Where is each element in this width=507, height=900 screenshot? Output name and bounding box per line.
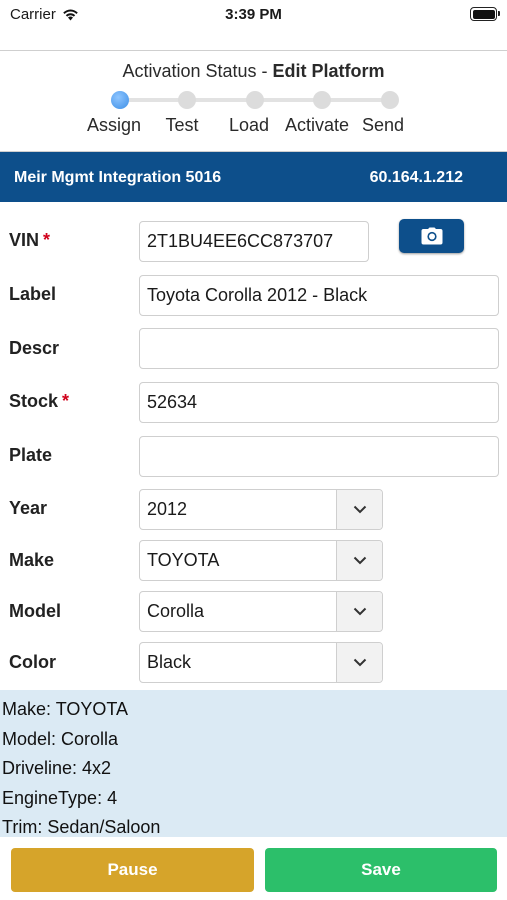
- make-select[interactable]: TOYOTA: [139, 540, 383, 581]
- model-dropdown-toggle[interactable]: [336, 592, 382, 631]
- step-dot-test[interactable]: [178, 91, 196, 109]
- vin-label-text: VIN: [9, 230, 40, 250]
- vin-input[interactable]: 2T1BU4EE6CC873707: [139, 221, 369, 262]
- info-engine-type: EngineType: 4: [2, 787, 118, 808]
- color-select[interactable]: Black: [139, 642, 383, 683]
- plate-input[interactable]: [139, 436, 499, 477]
- step-label-assign: Assign: [86, 115, 142, 135]
- pause-button[interactable]: Pause: [11, 848, 254, 892]
- activation-title-prefix: Activation Status -: [122, 61, 273, 81]
- make-label: Make: [9, 550, 55, 570]
- vin-label: VIN *: [9, 230, 50, 251]
- year-label: Year: [9, 498, 48, 518]
- integration-name: Meir Mgmt Integration 5016: [14, 169, 222, 186]
- stock-required-mark: *: [62, 391, 70, 411]
- color-value: Black: [147, 652, 192, 672]
- label-field-label: Label: [9, 284, 57, 304]
- make-value: TOYOTA: [147, 550, 220, 570]
- stock-label: Stock *: [9, 391, 69, 412]
- info-model: Model: Corolla: [2, 728, 119, 749]
- year-value: 2012: [147, 499, 188, 519]
- step-dot-assign[interactable]: [111, 91, 129, 109]
- scan-vin-button[interactable]: [399, 219, 464, 253]
- stock-input[interactable]: 52634: [139, 382, 499, 423]
- status-bar: Carrier 3:39 PM: [0, 0, 507, 30]
- stock-label-text: Stock: [9, 391, 59, 411]
- color-dropdown-toggle[interactable]: [336, 643, 382, 682]
- year-dropdown-toggle[interactable]: [336, 490, 382, 529]
- step-label-load: Load: [228, 115, 270, 135]
- make-dropdown-toggle[interactable]: [336, 541, 382, 580]
- clock: 3:39 PM: [225, 6, 282, 23]
- color-label: Color: [9, 652, 56, 672]
- info-driveline: Driveline: 4x2: [2, 758, 112, 778]
- step-label-send: Send: [361, 115, 405, 135]
- vin-required-mark: *: [43, 230, 51, 250]
- chevron-down-icon: [353, 607, 366, 616]
- activation-status-panel: Activation Status - Edit Platform Assign…: [0, 50, 507, 152]
- vehicle-info-box: Make: TOYOTA Model: Corolla Driveline: 4…: [0, 690, 507, 837]
- chevron-down-icon: [353, 505, 366, 514]
- chevron-down-icon: [353, 556, 366, 565]
- year-select[interactable]: 2012: [139, 489, 383, 530]
- info-trim: Trim: Sedan/Saloon: [2, 817, 161, 837]
- descr-label: Descr: [9, 338, 60, 358]
- save-button[interactable]: Save: [265, 848, 497, 892]
- plate-label: Plate: [9, 445, 53, 465]
- integration-ip: 60.164.1.212: [369, 169, 463, 186]
- activation-title: Activation Status - Edit Platform: [0, 61, 507, 82]
- descr-input[interactable]: [139, 328, 499, 369]
- chevron-down-icon: [353, 658, 366, 667]
- model-label: Model: [9, 601, 61, 621]
- label-input[interactable]: Toyota Corolla 2012 - Black: [139, 275, 499, 316]
- model-value: Corolla: [147, 601, 205, 621]
- integration-header: Meir Mgmt Integration 5016 60.164.1.212: [0, 152, 507, 202]
- step-label-test: Test: [165, 115, 199, 135]
- activation-title-mode: Edit Platform: [272, 61, 385, 81]
- step-dot-activate[interactable]: [313, 91, 331, 109]
- info-make: Make: TOYOTA: [2, 699, 129, 719]
- model-select[interactable]: Corolla: [139, 591, 383, 632]
- battery-icon: [470, 7, 500, 21]
- camera-icon: [421, 227, 442, 245]
- step-label-activate: Activate: [284, 115, 350, 135]
- step-dot-send[interactable]: [381, 91, 399, 109]
- step-dot-load[interactable]: [246, 91, 264, 109]
